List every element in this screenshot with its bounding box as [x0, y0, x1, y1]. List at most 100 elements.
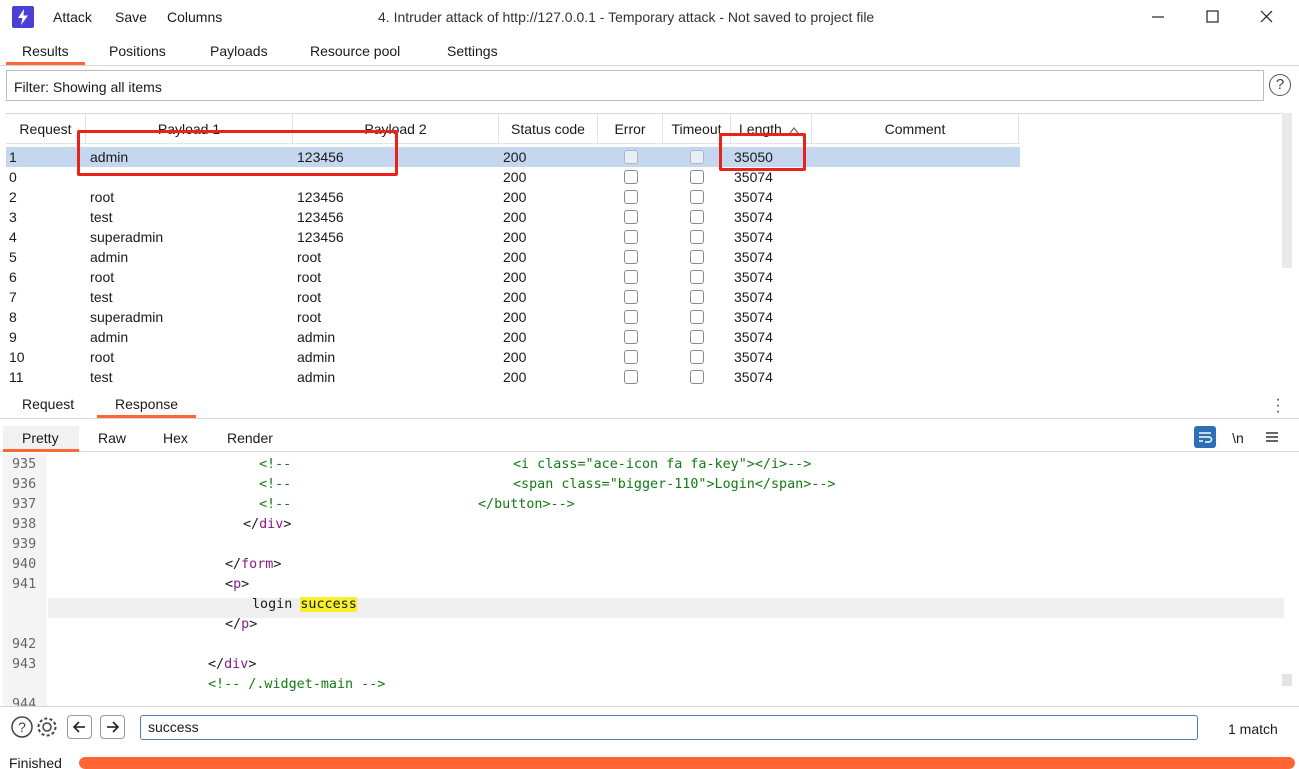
cell-request: 3 — [9, 209, 17, 225]
tab-results[interactable]: Results — [6, 43, 85, 65]
cell-status: 200 — [503, 189, 527, 205]
tab-request[interactable]: Request — [22, 396, 74, 412]
code-comment: <!-- /.widget-main --> — [208, 677, 386, 692]
code-comment: <!-- — [259, 497, 292, 512]
cell-request: 10 — [9, 349, 25, 365]
cell-status: 200 — [503, 229, 527, 245]
code-comment: <!-- — [259, 477, 292, 492]
table-row[interactable]: 7 test root 200 35074 — [6, 287, 1020, 307]
table-row[interactable]: 10 root admin 200 35074 — [6, 347, 1020, 367]
line-number: 942 — [12, 637, 37, 652]
table-row[interactable]: 11 test admin 200 35074 — [6, 367, 1020, 385]
cell-payload2: admin — [297, 349, 336, 365]
code-scrollbar[interactable] — [1282, 674, 1292, 686]
code-comment: </button>--> — [478, 497, 575, 512]
code-comment: <i class="ace-icon fa fa-key"></i>--> — [513, 457, 812, 472]
column-header-comment[interactable]: Comment — [812, 114, 1019, 144]
tab-raw[interactable]: Raw — [98, 430, 126, 446]
cell-status: 200 — [503, 369, 527, 385]
menu-save[interactable]: Save — [115, 9, 147, 25]
help-icon[interactable]: ? — [1269, 74, 1291, 96]
filter-bar[interactable]: Filter: Showing all items — [6, 70, 1264, 101]
table-row[interactable]: 5 admin root 200 35074 — [6, 247, 1020, 267]
filter-label: Filter: Showing all items — [14, 79, 162, 95]
message-tab-bar: Request Response — [0, 392, 1299, 419]
cell-length: 35074 — [734, 209, 773, 225]
tab-render[interactable]: Render — [227, 430, 273, 446]
tab-positions[interactable]: Positions — [109, 43, 166, 59]
column-header-request[interactable]: Request — [6, 114, 86, 144]
cell-status: 200 — [503, 249, 527, 265]
error-checkbox — [624, 330, 638, 344]
minimize-icon[interactable] — [1143, 4, 1173, 30]
cell-payload1: test — [90, 209, 113, 225]
newline-toggle-icon[interactable]: \n — [1227, 427, 1249, 449]
menu-lines-icon[interactable] — [1261, 426, 1283, 448]
cell-request: 9 — [9, 329, 17, 345]
search-input[interactable]: success — [140, 715, 1198, 740]
line-number: 937 — [12, 497, 37, 512]
cell-payload2: admin — [297, 329, 336, 345]
cell-payload1: root — [90, 189, 115, 205]
cell-length: 35074 — [734, 289, 773, 305]
cell-length: 35074 — [734, 169, 773, 185]
menu-columns[interactable]: Columns — [167, 9, 222, 25]
column-header-error[interactable]: Error — [598, 114, 663, 144]
line-number: 935 — [12, 457, 37, 472]
maximize-icon[interactable] — [1197, 4, 1227, 30]
table-row[interactable]: 2 root 123456 200 35074 — [6, 187, 1020, 207]
timeout-checkbox — [690, 350, 704, 364]
cell-length: 35074 — [734, 269, 773, 285]
table-row[interactable]: 8 superadmin root 200 35074 — [6, 307, 1020, 327]
code-tag: </div> — [243, 517, 292, 532]
more-options-icon[interactable]: · · · — [1272, 392, 1284, 420]
word-wrap-icon[interactable] — [1194, 426, 1216, 448]
code-tag: </form> — [225, 557, 282, 572]
tab-response[interactable]: Response — [97, 396, 197, 418]
cell-request: 2 — [9, 189, 17, 205]
results-scrollbar[interactable] — [1282, 113, 1292, 268]
error-checkbox — [624, 150, 638, 164]
tab-hex[interactable]: Hex — [163, 430, 188, 446]
cell-payload2: 123456 — [297, 209, 344, 225]
help-icon[interactable]: ? — [10, 715, 34, 739]
previous-match-button[interactable] — [67, 715, 92, 739]
match-count: 1 match — [1228, 721, 1278, 737]
error-checkbox — [624, 210, 638, 224]
error-checkbox — [624, 270, 638, 284]
highlight-box-length — [719, 133, 806, 171]
cell-request: 5 — [9, 249, 17, 265]
close-icon[interactable] — [1252, 4, 1282, 30]
cell-request: 11 — [9, 369, 24, 385]
response-code-viewer[interactable]: 935 <!-- <i class="ace-icon fa fa-key"><… — [3, 454, 1295, 706]
cell-status: 200 — [503, 149, 527, 165]
cell-request: 0 — [9, 169, 17, 185]
table-row[interactable]: 9 admin admin 200 35074 — [6, 327, 1020, 347]
timeout-checkbox — [690, 230, 704, 244]
cell-status: 200 — [503, 269, 527, 285]
code-tag: </p> — [225, 617, 258, 632]
tab-resource-pool[interactable]: Resource pool — [310, 43, 400, 59]
gear-icon[interactable] — [35, 715, 59, 739]
cell-length: 35074 — [734, 309, 773, 325]
timeout-checkbox — [690, 370, 704, 384]
cell-payload2: root — [297, 249, 322, 265]
menu-attack[interactable]: Attack — [53, 9, 92, 25]
highlight-box-payloads — [77, 130, 398, 176]
tab-payloads[interactable]: Payloads — [210, 43, 268, 59]
table-row[interactable]: 6 root root 200 35074 — [6, 267, 1020, 287]
cell-length: 35074 — [734, 329, 773, 345]
table-row[interactable]: 3 test 123456 200 35074 — [6, 207, 1020, 227]
progress-bar — [79, 757, 1295, 769]
cell-payload1: superadmin — [90, 229, 164, 245]
tab-pretty-bg[interactable]: Pretty — [3, 426, 79, 452]
error-checkbox — [624, 170, 638, 184]
table-row[interactable]: 4 superadmin 123456 200 35074 — [6, 227, 1020, 247]
cell-status: 200 — [503, 169, 527, 185]
tab-settings[interactable]: Settings — [447, 43, 498, 59]
timeout-checkbox — [690, 210, 704, 224]
tab-pretty[interactable]: Pretty — [22, 430, 59, 446]
next-match-button[interactable] — [100, 715, 125, 739]
column-header-status-code[interactable]: Status code — [499, 114, 598, 144]
line-number: 940 — [12, 557, 37, 572]
